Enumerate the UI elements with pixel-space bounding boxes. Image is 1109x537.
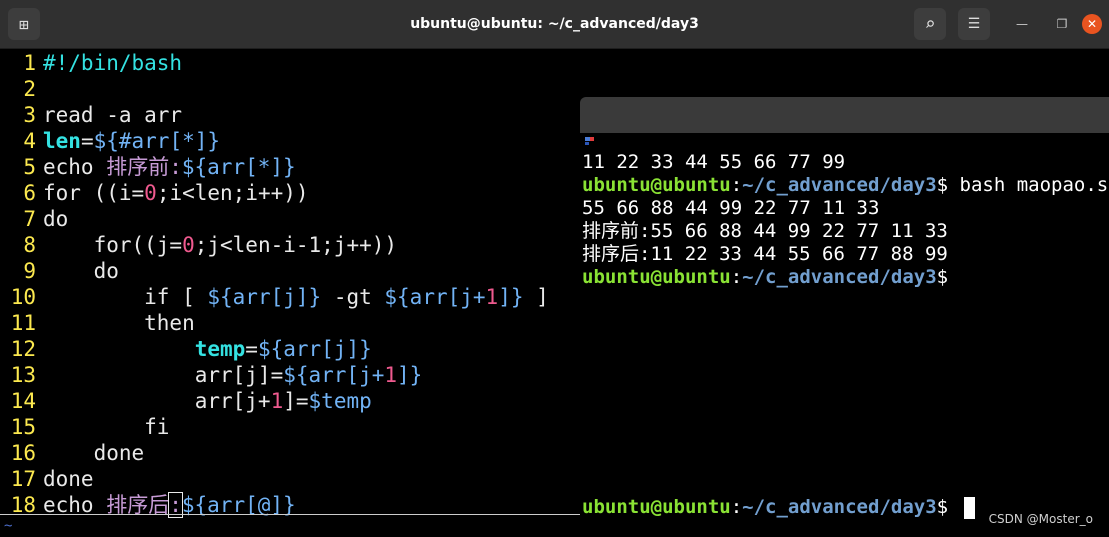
maximize-button[interactable]: ❐ [1052, 14, 1072, 34]
close-icon: ✕ [1086, 17, 1098, 31]
prompt-end: $ [936, 496, 960, 518]
prompt-end: $ [936, 266, 960, 288]
code-line-7: 7 do [0, 206, 68, 232]
line-number: 13 [10, 363, 36, 387]
line-number: 17 [10, 467, 36, 491]
line-number: 3 [23, 103, 36, 127]
code-line-6: 6 for ((i=0;i<len;i++)) [0, 180, 308, 206]
prompt-user: ubuntu@ubuntu [582, 496, 731, 518]
code-line-2: 2 [0, 76, 43, 102]
code-line-8: 8 for((j=0;j<len-i-1;j++)) [0, 232, 397, 258]
title-bar: ⊞ ubuntu@ubuntu: ~/c_advanced/day3 ⌕ ☰ —… [0, 0, 1109, 49]
prompt-user: ubuntu@ubuntu [582, 174, 731, 196]
code-line-15: 15 fi [0, 414, 170, 440]
terminal-app-icon [585, 137, 594, 145]
line-number: 8 [23, 233, 36, 257]
line-number: 14 [10, 389, 36, 413]
prompt-end: $ [936, 174, 960, 196]
prompt-path: ~/c_advanced/day3 [742, 266, 937, 288]
line-number: 4 [23, 129, 36, 153]
code-line-9: 9 do [0, 258, 119, 284]
line-number: 9 [23, 259, 36, 283]
terminal-prompt-line: ubuntu@ubuntu:~/c_advanced/day3$ bash ma… [582, 174, 1109, 197]
menu-button[interactable]: ☰ [958, 8, 990, 40]
terminal-output-line: 排序前:55 66 88 44 99 22 77 11 33 [582, 220, 948, 243]
prompt-sep: : [730, 174, 743, 196]
code-line-11: 11 then [0, 310, 195, 336]
vim-tilde: ~ [4, 518, 13, 534]
prompt-sep: : [730, 496, 743, 518]
close-button[interactable]: ✕ [1082, 14, 1102, 34]
code-line-13: 13 arr[j]=${arr[j+1]} [0, 362, 423, 388]
line-number: 10 [10, 285, 36, 309]
after-label: 排序后: [582, 243, 651, 265]
code-line-17: 17 done [0, 466, 94, 492]
minimize-icon: — [1016, 17, 1028, 31]
code-line-14: 14 arr[j+1]=$temp [0, 388, 372, 414]
prompt-user: ubuntu@ubuntu [582, 266, 731, 288]
maximize-icon: ❐ [1056, 17, 1068, 31]
prompt-path: ~/c_advanced/day3 [742, 496, 937, 518]
code-line-10: 10 if [ ${arr[j]} -gt ${arr[j+1]} ] [0, 284, 549, 310]
code-line-3: 3 read -a arr [0, 102, 182, 128]
code-line-4: 4 len=${#arr[*]} [0, 128, 220, 154]
hamburger-menu-icon: ☰ [967, 16, 981, 32]
search-icon: ⌕ [924, 13, 936, 35]
line-number: 2 [23, 77, 36, 101]
code-line-1: 1 #!/bin/bash [0, 50, 182, 76]
terminal-cursor [963, 496, 975, 519]
line-number: 7 [23, 207, 36, 231]
code-line-16: 16 done [0, 440, 144, 466]
code-line-12: 12 temp=${arr[j]} [0, 336, 372, 362]
editor-divider [0, 514, 580, 515]
before-label: 排序前: [582, 220, 651, 242]
terminal-output-line: 11 22 33 44 55 66 77 99 [582, 151, 846, 173]
line-number: 1 [23, 51, 36, 75]
overlay-window-header [580, 97, 1109, 133]
terminal-output-line: 排序后:11 22 33 44 55 66 77 88 99 [582, 243, 948, 266]
watermark: CSDN @Moster_o [988, 512, 1093, 526]
minimize-button[interactable]: — [1012, 14, 1032, 34]
line-number: 15 [10, 415, 36, 439]
before-values: 55 66 88 44 99 22 77 11 33 [650, 220, 948, 242]
after-values: 11 22 33 44 55 66 77 88 99 [650, 243, 948, 265]
line-number: 5 [23, 155, 36, 179]
line-number: 12 [10, 337, 36, 361]
command-text: bash maopao.sh [959, 174, 1109, 196]
prompt-path: ~/c_advanced/day3 [742, 174, 937, 196]
line-number: 6 [23, 181, 36, 205]
terminal-active-prompt[interactable]: ubuntu@ubuntu:~/c_advanced/day3$ [582, 496, 975, 519]
search-button[interactable]: ⌕ [914, 8, 946, 40]
line-number: 11 [10, 311, 36, 335]
terminal-output-line: 55 66 88 44 99 22 77 11 33 [582, 197, 880, 219]
prompt-sep: : [730, 266, 743, 288]
terminal-prompt-line: ubuntu@ubuntu:~/c_advanced/day3$ [582, 266, 960, 289]
line-number: 16 [10, 441, 36, 465]
code-line-5: 5 echo 排序前:${arr[*]} [0, 154, 295, 180]
